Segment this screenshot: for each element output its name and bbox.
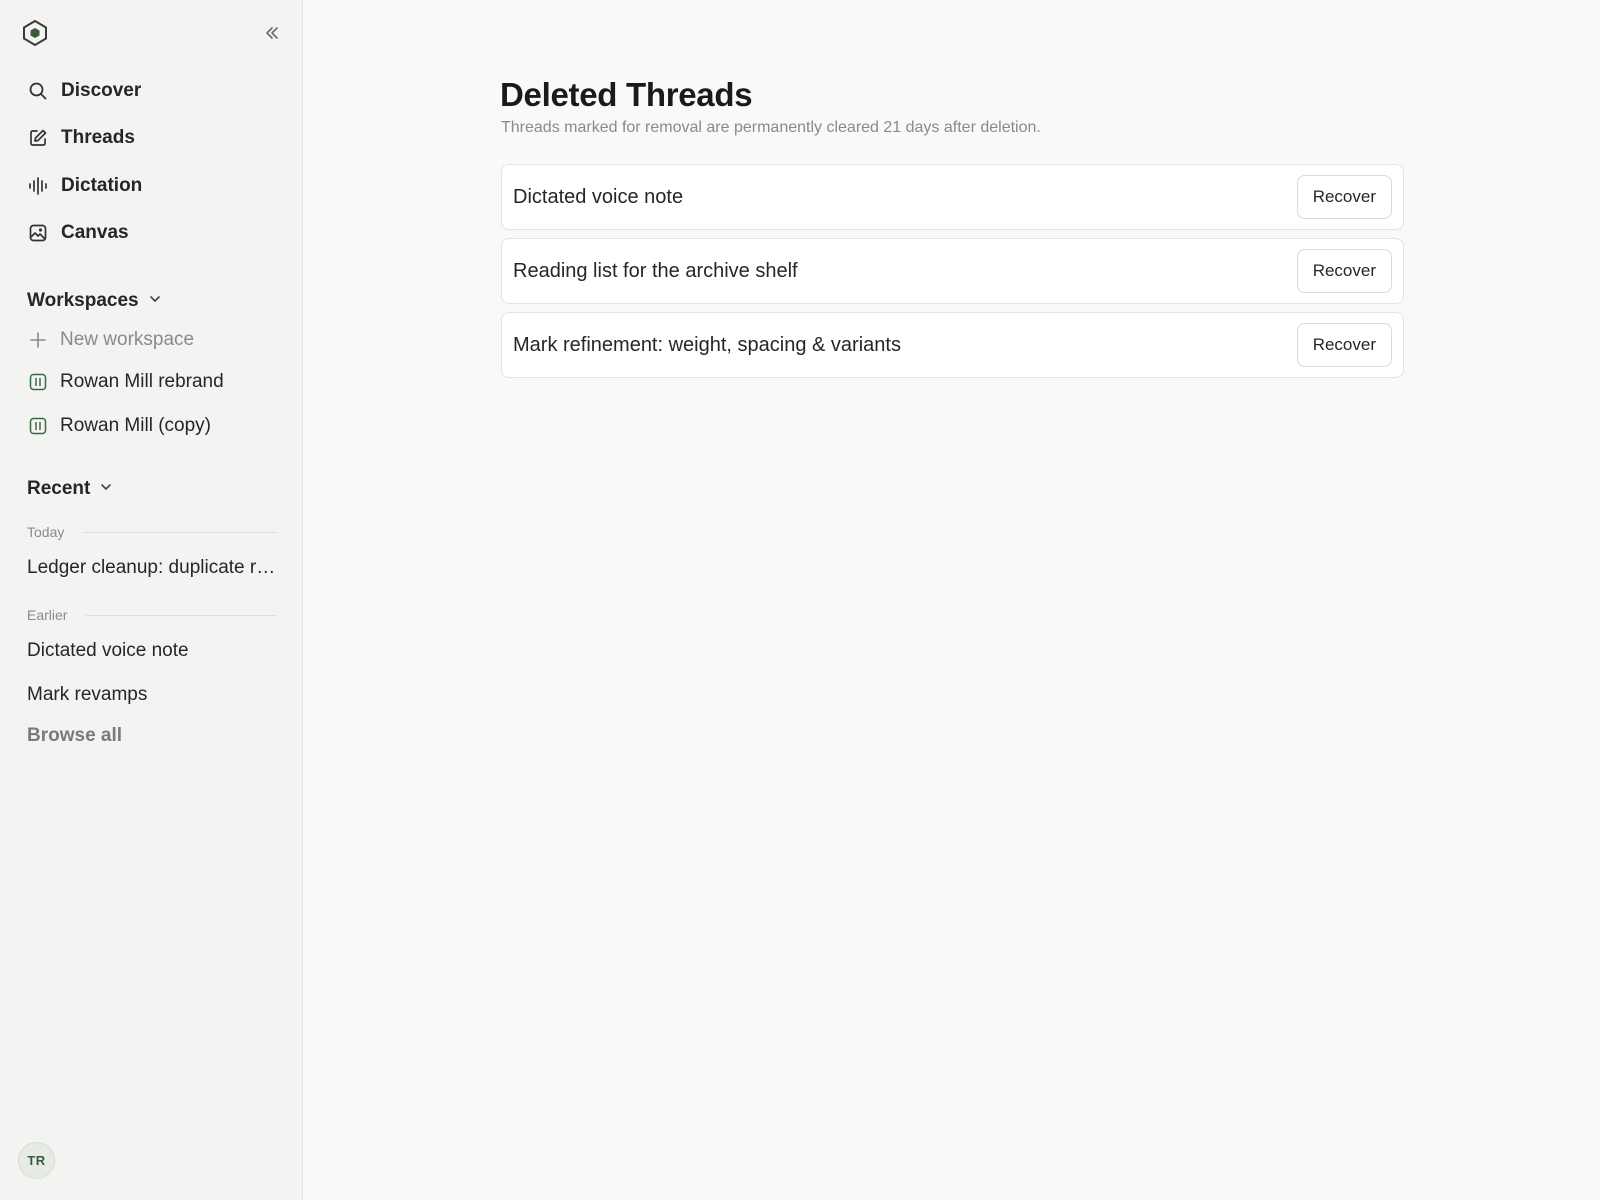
nav-item-label: Threads — [61, 127, 135, 148]
page-subtitle: Threads marked for removal are permanent… — [501, 119, 1041, 136]
new-workspace-button[interactable]: New workspace — [28, 326, 194, 354]
chevron-down-icon — [99, 480, 113, 499]
nav-item-label: Canvas — [61, 222, 129, 243]
search-icon — [28, 81, 48, 101]
group-label-today: Today — [27, 524, 65, 540]
nav-item-label: Dictation — [61, 175, 143, 196]
group-divider — [86, 615, 276, 616]
user-avatar[interactable]: TR — [18, 1142, 55, 1179]
group-label-earlier: Earlier — [27, 607, 68, 623]
workspaces-heading: Workspaces — [27, 290, 139, 311]
recent-section-toggle[interactable]: Recent — [27, 476, 113, 502]
waveform-icon — [28, 176, 48, 196]
recent-heading: Recent — [27, 478, 91, 499]
browse-all-link[interactable]: Browse all — [27, 725, 122, 747]
deleted-thread-row: Reading list for the archive shelf Recov… — [501, 238, 1404, 304]
page-title: Deleted Threads — [500, 76, 753, 113]
collapse-sidebar-icon[interactable] — [263, 24, 281, 42]
workspace-item-rowan-mill-copy[interactable]: Rowan Mill (copy) — [28, 412, 211, 440]
recent-item[interactable]: Mark revamps — [27, 684, 277, 706]
plus-icon — [28, 330, 48, 350]
chevron-down-icon — [148, 292, 162, 311]
nav-item-dictation[interactable]: Dictation — [28, 171, 142, 201]
recent-item[interactable]: Dictated voice note — [27, 640, 277, 662]
compose-icon — [28, 128, 48, 148]
thread-title: Mark refinement: weight, spacing & varia… — [513, 333, 901, 356]
group-divider — [84, 532, 276, 533]
new-workspace-label: New workspace — [60, 329, 195, 350]
thread-title: Dictated voice note — [513, 185, 684, 208]
workspace-icon — [28, 416, 48, 436]
workspace-icon — [28, 372, 48, 392]
nav-item-canvas[interactable]: Canvas — [28, 218, 129, 248]
recover-button[interactable]: Recover — [1296, 323, 1392, 367]
workspace-label: Rowan Mill rebrand — [60, 371, 224, 392]
app-logo-icon[interactable] — [21, 19, 49, 47]
deleted-thread-row: Dictated voice note Recover — [501, 164, 1404, 230]
sidebar: Discover Threads Dictation Canvas Worksp… — [0, 0, 303, 1200]
workspace-label: Rowan Mill (copy) — [60, 415, 211, 436]
recover-button[interactable]: Recover — [1296, 249, 1392, 293]
thread-title: Reading list for the archive shelf — [513, 259, 798, 282]
nav-item-threads[interactable]: Threads — [28, 123, 135, 153]
canvas-icon — [28, 223, 48, 243]
workspaces-section-toggle[interactable]: Workspaces — [27, 288, 162, 314]
nav-item-label: Discover — [61, 80, 142, 101]
recover-button[interactable]: Recover — [1296, 175, 1392, 219]
deleted-thread-row: Mark refinement: weight, spacing & varia… — [501, 312, 1404, 378]
workspace-item-rowan-mill-rebrand[interactable]: Rowan Mill rebrand — [28, 368, 224, 396]
recent-item[interactable]: Ledger cleanup: duplicate rows — [27, 557, 277, 579]
nav-item-discover[interactable]: Discover — [28, 76, 141, 106]
